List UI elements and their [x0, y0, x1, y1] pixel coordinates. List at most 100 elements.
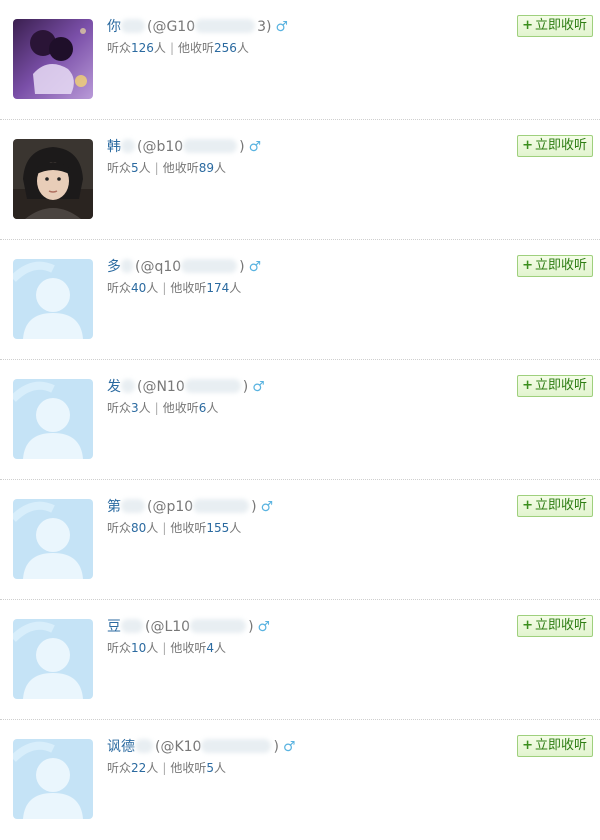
- follow-button[interactable]: + 立即收听: [517, 495, 593, 517]
- redacted-blur: [195, 19, 256, 33]
- following-count[interactable]: 256: [214, 41, 237, 55]
- default-avatar-icon[interactable]: [13, 619, 93, 699]
- listeners-label: 听众: [107, 641, 132, 655]
- people-unit: 人: [138, 161, 151, 175]
- male-icon: ♂: [257, 619, 271, 635]
- redacted-blur: [190, 619, 247, 633]
- people-unit: 人: [229, 521, 242, 535]
- follow-button[interactable]: + 立即收听: [517, 735, 593, 757]
- following-count[interactable]: 89: [199, 161, 214, 175]
- separator: |: [162, 761, 167, 775]
- user-name-line: 第 (@p10) ♂: [107, 497, 273, 517]
- list-item: 多 (@q10) ♂ 听众40人 | 他收听174人 + 立即收听: [0, 240, 600, 360]
- plus-icon: +: [522, 738, 533, 753]
- listeners-count[interactable]: 80: [131, 521, 146, 535]
- male-icon: ♂: [248, 259, 262, 275]
- user-stats: 听众5人 | 他收听89人: [107, 159, 261, 176]
- listeners-count[interactable]: 3: [131, 401, 139, 415]
- following-label: 他收听: [170, 521, 207, 535]
- user-info: 韩 (@b10) ♂ 听众5人 | 他收听89人: [107, 137, 261, 176]
- user-name[interactable]: 你: [107, 19, 121, 35]
- default-avatar-icon[interactable]: [13, 499, 93, 579]
- user-handle-start: (@L10: [145, 619, 191, 635]
- follow-button[interactable]: + 立即收听: [517, 375, 593, 397]
- user-handle-start: (@p10: [147, 499, 194, 515]
- follow-label: 立即收听: [534, 498, 587, 513]
- listeners-label: 听众: [107, 41, 132, 55]
- following-label: 他收听: [162, 401, 199, 415]
- default-avatar-icon[interactable]: [13, 259, 93, 339]
- user-list: 你 (@G10 3) ♂ 听众126人 | 他收听256人 + 立即收听 韩 (…: [0, 0, 600, 840]
- following-count[interactable]: 155: [206, 521, 229, 535]
- listeners-count[interactable]: 10: [131, 641, 146, 655]
- list-item: 第 (@p10) ♂ 听众80人 | 他收听155人 + 立即收听: [0, 480, 600, 600]
- avatar[interactable]: [13, 19, 93, 99]
- separator: |: [162, 281, 167, 295]
- list-item: 讽德 (@K10) ♂ 听众22人 | 他收听5人 + 立即收听: [0, 720, 600, 840]
- listeners-label: 听众: [107, 161, 132, 175]
- redacted-blur: [201, 739, 272, 753]
- separator: |: [162, 521, 167, 535]
- people-unit: 人: [214, 641, 227, 655]
- user-handle-end: ): [248, 619, 254, 635]
- user-handle-start: (@N10: [137, 379, 185, 395]
- user-handle-end: ): [239, 259, 245, 275]
- follow-button[interactable]: + 立即收听: [517, 15, 593, 37]
- user-name[interactable]: 讽德: [107, 739, 135, 755]
- user-info: 第 (@p10) ♂ 听众80人 | 他收听155人: [107, 497, 273, 536]
- avatar[interactable]: [13, 139, 93, 219]
- follow-label: 立即收听: [534, 378, 587, 393]
- user-name[interactable]: 豆: [107, 619, 121, 635]
- people-unit: 人: [146, 521, 159, 535]
- plus-icon: +: [522, 138, 533, 153]
- user-stats: 听众80人 | 他收听155人: [107, 519, 273, 536]
- user-stats: 听众40人 | 他收听174人: [107, 279, 261, 296]
- following-count[interactable]: 5: [206, 761, 214, 775]
- user-info: 豆 (@L10) ♂ 听众10人 | 他收听4人: [107, 617, 270, 656]
- list-item: 韩 (@b10) ♂ 听众5人 | 他收听89人 + 立即收听: [0, 120, 600, 240]
- default-avatar-icon[interactable]: [13, 379, 93, 459]
- user-name-line: 发 (@N10) ♂: [107, 377, 265, 397]
- listeners-count[interactable]: 5: [131, 161, 139, 175]
- redacted-blur: [121, 499, 145, 513]
- people-unit: 人: [138, 401, 151, 415]
- follow-button[interactable]: + 立即收听: [517, 135, 593, 157]
- user-info: 你 (@G10 3) ♂ 听众126人 | 他收听256人: [107, 17, 288, 56]
- following-label: 他收听: [177, 41, 214, 55]
- follow-button[interactable]: + 立即收听: [517, 615, 593, 637]
- following-label: 他收听: [170, 761, 207, 775]
- redacted-blur: [135, 739, 153, 753]
- people-unit: 人: [236, 41, 249, 55]
- following-count[interactable]: 4: [206, 641, 214, 655]
- listeners-count[interactable]: 40: [131, 281, 146, 295]
- redacted-blur: [181, 259, 238, 273]
- default-avatar-icon[interactable]: [13, 739, 93, 819]
- male-icon: ♂: [248, 139, 262, 155]
- plus-icon: +: [522, 258, 533, 273]
- follow-button[interactable]: + 立即收听: [517, 255, 593, 277]
- redacted-blur: [121, 19, 145, 33]
- following-count[interactable]: 174: [206, 281, 229, 295]
- people-unit: 人: [153, 41, 166, 55]
- follow-label: 立即收听: [534, 258, 587, 273]
- list-item: 豆 (@L10) ♂ 听众10人 | 他收听4人 + 立即收听: [0, 600, 600, 720]
- plus-icon: +: [522, 378, 533, 393]
- following-label: 他收听: [170, 641, 207, 655]
- male-icon: ♂: [282, 739, 296, 755]
- listeners-count[interactable]: 22: [131, 761, 146, 775]
- user-name-line: 你 (@G10 3) ♂: [107, 17, 288, 37]
- listeners-label: 听众: [107, 401, 132, 415]
- user-name[interactable]: 多: [107, 259, 121, 275]
- follow-label: 立即收听: [534, 138, 587, 153]
- redacted-blur: [121, 379, 135, 393]
- redacted-blur: [184, 379, 241, 393]
- plus-icon: +: [522, 498, 533, 513]
- listeners-count[interactable]: 126: [131, 41, 154, 55]
- user-name[interactable]: 韩: [107, 139, 121, 155]
- user-name[interactable]: 第: [107, 499, 121, 515]
- user-name[interactable]: 发: [107, 379, 121, 395]
- listeners-label: 听众: [107, 521, 132, 535]
- following-label: 他收听: [170, 281, 207, 295]
- separator: |: [154, 401, 159, 415]
- user-info: 多 (@q10) ♂ 听众40人 | 他收听174人: [107, 257, 261, 296]
